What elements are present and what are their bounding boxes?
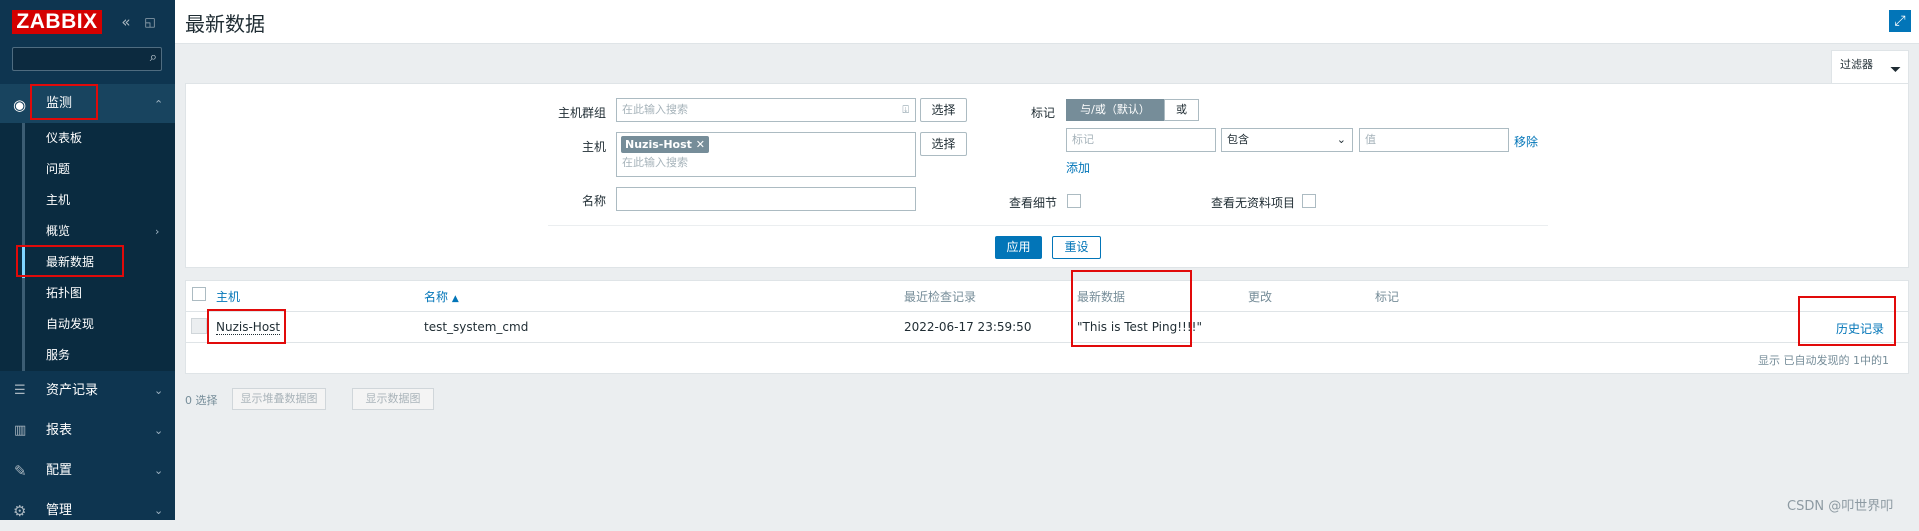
column-host[interactable]: 主机 <box>216 288 240 305</box>
zabbix-logo[interactable]: ZABBIX <box>12 10 102 34</box>
dropdown-icon[interactable]: ⍗ <box>902 99 909 121</box>
sidebar-item-dashboard[interactable]: 仪表板 <box>46 123 82 154</box>
tag-operator-value: 包含 <box>1227 133 1249 146</box>
row-checkbox[interactable] <box>191 318 207 334</box>
tags-label: 标记 <box>1030 106 1055 120</box>
tag-input[interactable]: 标记 <box>1066 128 1216 152</box>
highlight-box-monitoring <box>30 84 98 120</box>
column-change: 更改 <box>1248 290 1273 304</box>
host-multiselect[interactable]: Nuzis-Host ✕ 在此输入搜索 <box>616 132 916 177</box>
menu-administration-label: 管理 <box>46 503 73 518</box>
filter-icon: ⏷ <box>1890 62 1902 78</box>
host-group-placeholder: 在此输入搜索 <box>622 103 688 116</box>
chevron-down-icon: ⌄ <box>154 464 164 477</box>
menu-reports-label: 报表 <box>46 423 73 438</box>
chevron-down-icon: ⌄ <box>154 504 164 517</box>
fullscreen-button[interactable]: ⤢ <box>1889 10 1911 32</box>
highlight-box-host <box>207 309 286 344</box>
host-label: 主机 <box>581 140 606 154</box>
tag-placeholder: 标记 <box>1072 133 1094 146</box>
selected-count: 0 选择 <box>185 394 218 407</box>
menu-configuration[interactable]: ✎ 配置 ⌄ <box>0 451 175 491</box>
add-tag-link[interactable]: 添加 <box>1066 159 1090 176</box>
show-without-data-checkbox[interactable] <box>1302 194 1316 208</box>
column-tags: 标记 <box>1375 290 1400 304</box>
menu-inventory-label: 资产记录 <box>46 383 99 398</box>
apply-button[interactable]: 应用 <box>995 236 1042 259</box>
row-item-name: test_system_cmd <box>424 320 529 334</box>
chevron-right-icon: › <box>155 225 160 238</box>
host-group-label: 主机群组 <box>557 106 606 120</box>
column-name[interactable]: 名称 ▲ <box>424 288 459 305</box>
chevron-up-icon: ⌃ <box>154 98 164 111</box>
chevron-down-icon: ⌄ <box>1336 133 1346 146</box>
bar-chart-icon: ▥ <box>14 423 27 438</box>
menu-administration[interactable]: ⚙ 管理 ⌄ <box>0 491 175 531</box>
menu-reports[interactable]: ▥ 报表 ⌄ <box>0 411 175 451</box>
host-placeholder: 在此输入搜索 <box>622 156 688 169</box>
show-details-checkbox[interactable] <box>1067 194 1081 208</box>
search-icon[interactable]: ⌕ <box>150 50 157 65</box>
highlight-box-latest-data <box>16 245 124 277</box>
watermark: CSDN @叩世界叩 <box>1787 499 1894 514</box>
table-summary: 显示 已自动发现的 1中的1 <box>1758 354 1889 367</box>
sidebar-item-overview[interactable]: 概览 <box>46 216 70 247</box>
column-name-label: 名称 <box>424 290 449 304</box>
sidebar-item-problems[interactable]: 问题 <box>46 154 70 185</box>
value-placeholder: 值 <box>1365 133 1376 146</box>
row-divider <box>185 342 1909 343</box>
expand-icon: ⤢ <box>1894 13 1906 29</box>
sidebar: ZABBIX « ◱ ⌕ ◉ 监测 ⌃ 仪表板 问题 主机 概览 › 最新数据 … <box>0 0 175 520</box>
host-group-input[interactable]: 在此输入搜索 ⍗ <box>616 98 916 122</box>
chevron-down-icon: ⌄ <box>154 384 164 397</box>
page-title: 最新数据 <box>185 12 265 36</box>
list-icon: ☰ <box>14 383 26 398</box>
tag-operator-select[interactable]: 包含 ⌄ <box>1221 128 1353 152</box>
gear-icon: ⚙ <box>13 502 27 520</box>
highlight-box-last-value <box>1071 270 1192 347</box>
show-graph-button[interactable]: 显示数据图 <box>352 388 434 410</box>
select-all-checkbox[interactable] <box>192 287 206 301</box>
header-bar <box>175 0 1919 44</box>
reset-button[interactable]: 重设 <box>1052 236 1101 259</box>
chevron-down-icon: ⌄ <box>154 424 164 437</box>
sidebar-item-services[interactable]: 服务 <box>46 340 70 371</box>
show-details-label: 查看细节 <box>1008 196 1057 210</box>
sidebar-item-maps[interactable]: 拓扑图 <box>46 278 82 309</box>
highlight-box-history <box>1798 296 1896 346</box>
kiosk-mode-icon[interactable]: ◱ <box>140 12 160 32</box>
name-input[interactable] <box>616 187 916 211</box>
host-select-button[interactable]: 选择 <box>920 132 967 156</box>
name-label: 名称 <box>581 194 606 208</box>
close-icon[interactable]: ✕ <box>696 138 705 151</box>
column-last-check: 最近检查记录 <box>904 290 977 304</box>
sidebar-item-discovery[interactable]: 自动发现 <box>46 309 94 340</box>
sidebar-search-input[interactable]: ⌕ <box>12 47 162 71</box>
or-toggle[interactable]: 或 <box>1164 99 1199 121</box>
show-without-data-label: 查看无资料项目 <box>1210 196 1295 210</box>
sidebar-item-hosts[interactable]: 主机 <box>46 185 70 216</box>
tag-value-input[interactable]: 值 <box>1359 128 1509 152</box>
filter-tab-label: 过滤器 <box>1840 58 1873 71</box>
eye-icon: ◉ <box>13 96 27 114</box>
show-stacked-graph-button[interactable]: 显示堆叠数据图 <box>232 388 326 410</box>
host-chip[interactable]: Nuzis-Host ✕ <box>621 136 709 153</box>
row-last-check: 2022-06-17 23:59:50 <box>904 320 1032 334</box>
and-or-default-toggle[interactable]: 与/或（默认） <box>1066 99 1164 121</box>
header-divider <box>185 311 1909 312</box>
wrench-icon: ✎ <box>14 462 27 480</box>
remove-tag-link[interactable]: 移除 <box>1514 133 1538 150</box>
host-group-select-button[interactable]: 选择 <box>920 98 967 122</box>
menu-configuration-label: 配置 <box>46 463 73 478</box>
sort-asc-icon: ▲ <box>451 294 459 304</box>
host-chip-label: Nuzis-Host <box>625 138 692 151</box>
collapse-sidebar-icon[interactable]: « <box>116 12 136 32</box>
filter-divider <box>548 225 1548 226</box>
menu-inventory[interactable]: ☰ 资产记录 ⌄ <box>0 371 175 411</box>
filter-tab[interactable]: 过滤器 ⏷ <box>1831 50 1909 83</box>
